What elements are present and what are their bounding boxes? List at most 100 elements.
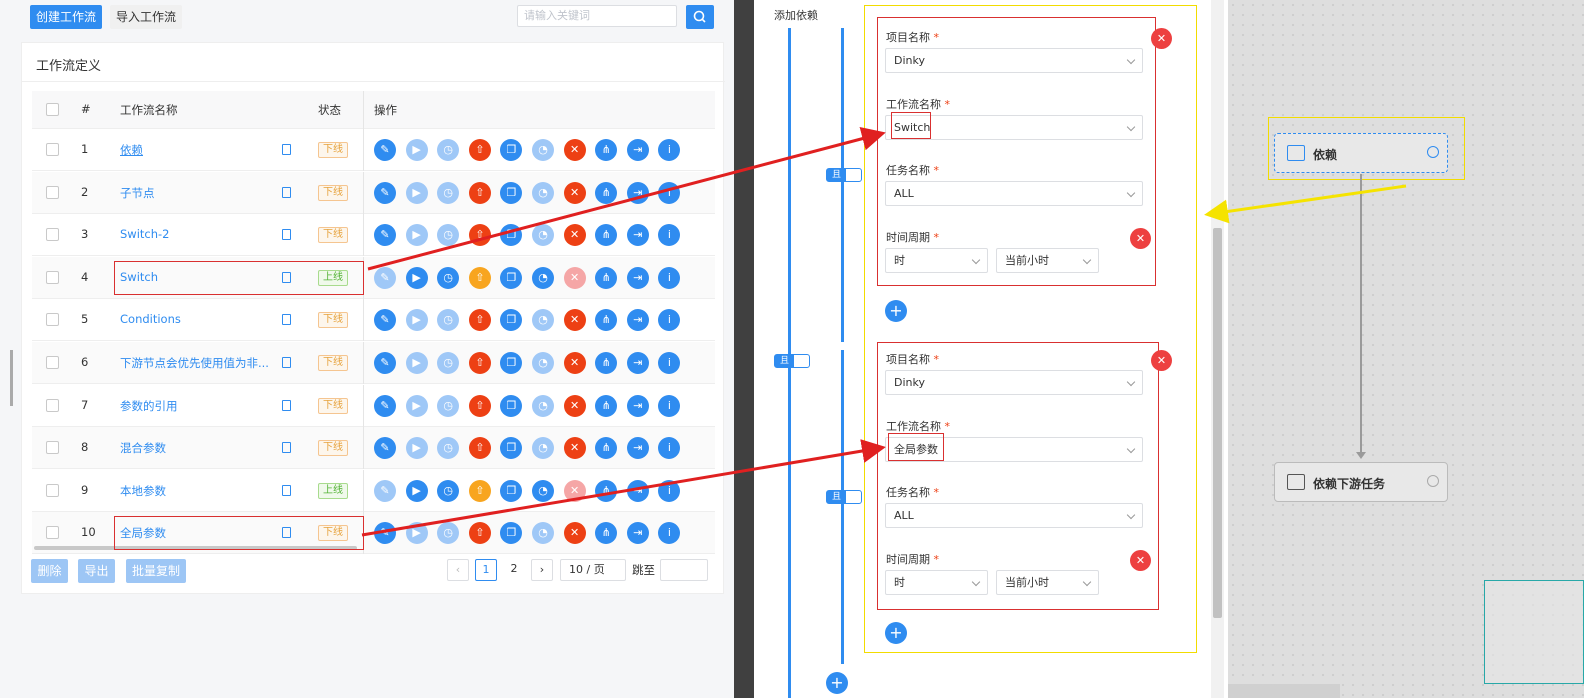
workflow-name-link[interactable]: 本地参数 [120, 483, 270, 499]
downstream-node-settings-icon[interactable] [1427, 475, 1439, 487]
add-dependency-group-button[interactable]: + [826, 672, 848, 694]
dependent-node[interactable]: 依赖 [1274, 133, 1448, 173]
clock-icon[interactable]: ◷ [437, 181, 460, 204]
row-checkbox[interactable] [46, 270, 59, 284]
tree-icon[interactable]: ⋔ [595, 309, 618, 332]
edit-icon[interactable]: ✎ [374, 394, 396, 417]
group1-period-value-select[interactable]: 当前小时 [996, 248, 1099, 273]
tree-icon[interactable]: ⋔ [595, 522, 618, 545]
group1-relation-toggle[interactable]: 且 [826, 168, 862, 182]
group2-add-button[interactable]: + [885, 622, 907, 644]
edit-icon[interactable]: ✎ [374, 139, 396, 161]
edit-icon[interactable]: ✎ [374, 181, 396, 204]
tree-icon[interactable]: ⋔ [595, 352, 618, 374]
workflow-name-link[interactable]: 混合参数 [120, 440, 270, 456]
row-checkbox[interactable] [46, 398, 59, 412]
trash-icon[interactable]: ✕ [563, 437, 586, 460]
copy-icon[interactable]: ❐ [500, 181, 523, 204]
upload-icon[interactable]: ⇧ [468, 479, 491, 502]
group2-task-select[interactable]: ALL [885, 503, 1143, 528]
clock-icon[interactable]: ◷ [437, 139, 460, 161]
clock-icon[interactable]: ◷ [437, 522, 460, 545]
clock-icon[interactable]: ◷ [437, 394, 460, 417]
cron-icon[interactable]: ◔ [532, 522, 554, 545]
export-icon[interactable]: ⇥ [626, 181, 649, 204]
copy-icon[interactable]: ❐ [500, 266, 523, 289]
search-input[interactable]: 请输入关键词 [517, 5, 677, 27]
copy-icon[interactable]: ❐ [500, 479, 523, 502]
outer-relation-toggle[interactable]: 且 [774, 354, 810, 368]
tree-icon[interactable]: ⋔ [595, 479, 618, 502]
config-scrollbar-thumb[interactable] [1213, 228, 1222, 618]
edit-icon[interactable]: ✎ [374, 522, 396, 545]
copy-icon[interactable] [282, 229, 291, 241]
edit-icon[interactable]: ✎ [374, 352, 396, 374]
info-icon[interactable]: i [658, 352, 681, 374]
cron-icon[interactable]: ◔ [532, 309, 554, 332]
prev-page-button[interactable]: ‹ [447, 559, 469, 581]
copy-icon[interactable]: ❐ [500, 224, 523, 247]
upload-icon[interactable]: ⇧ [468, 352, 491, 374]
workflow-name-link[interactable]: Switch-2 [120, 227, 270, 241]
row-checkbox[interactable] [46, 526, 59, 540]
play-icon[interactable]: ▶ [405, 181, 428, 204]
export-icon[interactable]: ⇥ [626, 352, 649, 374]
page-size-select[interactable]: 10 / 页 [560, 559, 626, 581]
copy-icon[interactable] [282, 357, 291, 368]
workflow-name-link[interactable]: Conditions [120, 312, 270, 326]
group1-period-delete-button[interactable]: ✕ [1130, 228, 1151, 249]
tree-icon[interactable]: ⋔ [595, 437, 618, 460]
row-checkbox[interactable] [46, 185, 59, 199]
info-icon[interactable]: i [658, 181, 681, 204]
upload-icon[interactable]: ⇧ [468, 394, 491, 417]
group1-project-select[interactable]: Dinky [885, 48, 1143, 73]
play-icon[interactable]: ▶ [405, 266, 428, 289]
edit-icon[interactable]: ✎ [374, 224, 396, 247]
trash-icon[interactable]: ✕ [563, 224, 586, 247]
copy-icon[interactable]: ❐ [500, 139, 523, 161]
clock-icon[interactable]: ◷ [437, 309, 460, 332]
upload-icon[interactable]: ⇧ [468, 139, 491, 161]
tree-icon[interactable]: ⋔ [595, 139, 618, 161]
select-all-checkbox[interactable] [46, 103, 59, 116]
clock-icon[interactable]: ◷ [437, 352, 460, 374]
group1-add-button[interactable]: + [885, 300, 907, 322]
trash-icon[interactable]: ✕ [563, 522, 586, 545]
export-icon[interactable]: ⇥ [626, 394, 649, 417]
trash-icon[interactable]: ✕ [563, 352, 586, 374]
edit-icon[interactable]: ✎ [374, 479, 396, 502]
trash-icon[interactable]: ✕ [563, 479, 586, 502]
workflow-name-link[interactable]: 参数的引用 [120, 398, 270, 414]
export-icon[interactable]: ⇥ [626, 437, 649, 460]
workflow-name-link[interactable]: 子节点 [120, 185, 270, 201]
group1-delete-button[interactable]: ✕ [1151, 28, 1172, 49]
edit-icon[interactable]: ✎ [374, 437, 396, 460]
upload-icon[interactable]: ⇧ [468, 522, 491, 545]
row-checkbox[interactable] [46, 313, 59, 327]
play-icon[interactable]: ▶ [405, 139, 428, 161]
upload-icon[interactable]: ⇧ [468, 437, 491, 460]
cron-icon[interactable]: ◔ [532, 224, 554, 247]
clock-icon[interactable]: ◷ [437, 266, 460, 289]
bulk-export-button[interactable]: 导出 [78, 559, 115, 583]
upload-icon[interactable]: ⇧ [468, 309, 491, 332]
cron-icon[interactable]: ◔ [532, 266, 554, 289]
dependent-node-settings-icon[interactable] [1427, 146, 1439, 158]
export-icon[interactable]: ⇥ [626, 266, 649, 289]
play-icon[interactable]: ▶ [405, 522, 428, 545]
copy-icon[interactable]: ❐ [500, 522, 523, 545]
upload-icon[interactable]: ⇧ [468, 181, 491, 204]
upload-icon[interactable]: ⇧ [468, 266, 491, 289]
copy-icon[interactable] [282, 186, 291, 198]
clock-icon[interactable]: ◷ [437, 437, 460, 460]
cron-icon[interactable]: ◔ [532, 139, 554, 161]
tree-icon[interactable]: ⋔ [595, 394, 618, 417]
play-icon[interactable]: ▶ [405, 352, 428, 374]
copy-icon[interactable] [282, 144, 291, 155]
clock-icon[interactable]: ◷ [437, 479, 460, 502]
info-icon[interactable]: i [658, 309, 681, 332]
row-checkbox[interactable] [46, 441, 59, 455]
cron-icon[interactable]: ◔ [532, 352, 554, 374]
trash-icon[interactable]: ✕ [563, 394, 586, 417]
row-checkbox[interactable] [46, 483, 59, 497]
